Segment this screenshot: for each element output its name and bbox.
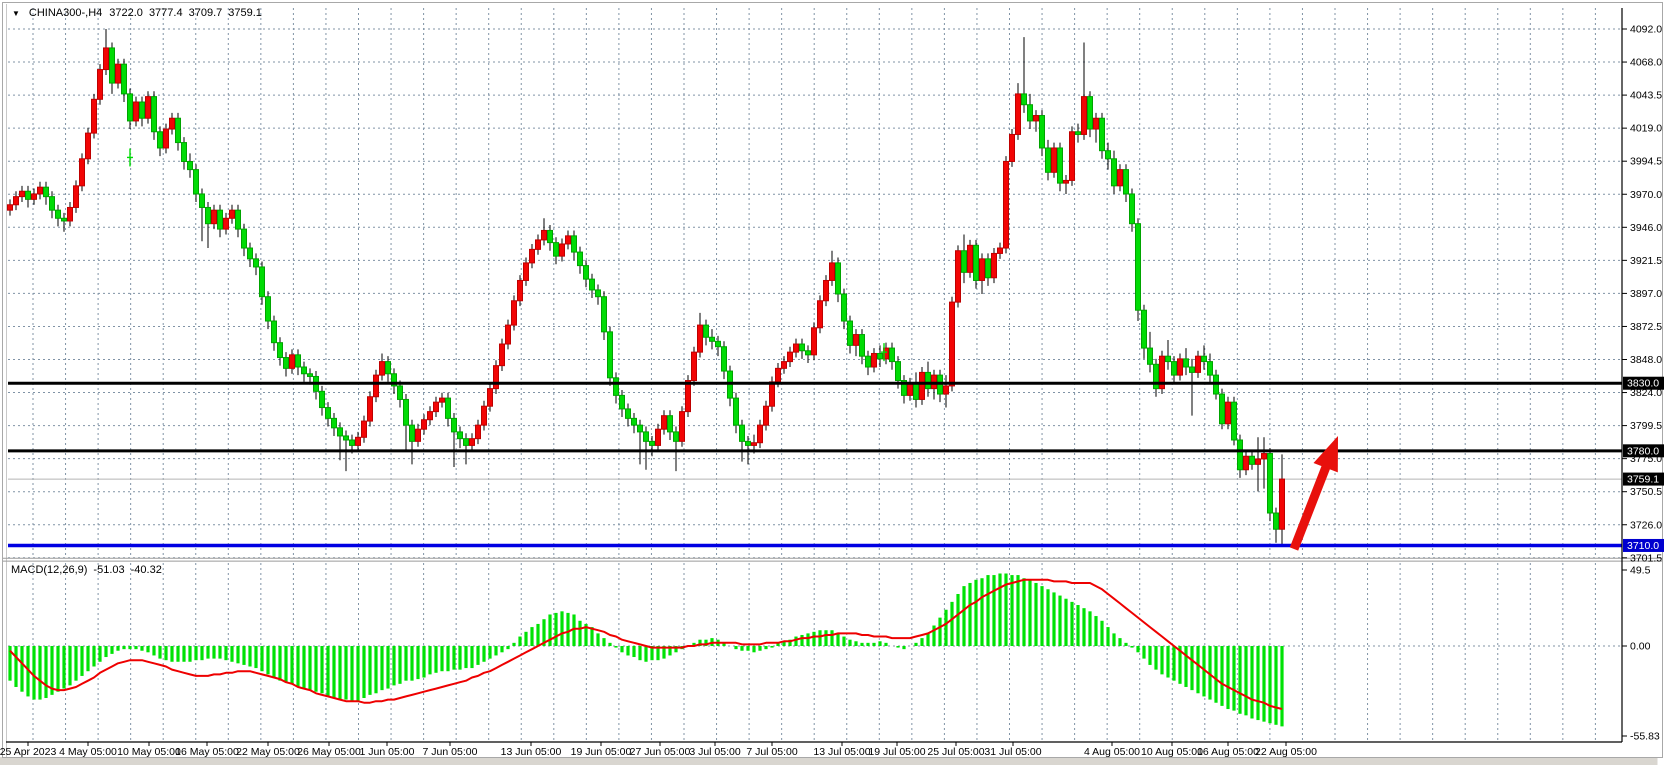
svg-text:16 Aug 05:00: 16 Aug 05:00 xyxy=(1197,746,1259,758)
svg-text:1 Jun 05:00: 1 Jun 05:00 xyxy=(360,746,415,758)
svg-text:4068.0: 4068.0 xyxy=(1630,57,1662,69)
svg-text:22 May 05:00: 22 May 05:00 xyxy=(236,746,300,758)
svg-text:3994.5: 3994.5 xyxy=(1630,156,1662,168)
svg-text:4092.0: 4092.0 xyxy=(1630,24,1662,36)
current-price-label: 3759.1 xyxy=(1623,473,1664,486)
symbol-period-label: CHINA300-,H4 xyxy=(29,7,102,19)
svg-text:3750.5: 3750.5 xyxy=(1630,486,1662,498)
svg-text:3921.5: 3921.5 xyxy=(1630,255,1662,267)
level-price-label-3780.0: 3780.0 xyxy=(1623,444,1664,457)
bar-low-value: 3709.7 xyxy=(189,7,223,19)
svg-text:3701.5: 3701.5 xyxy=(1630,552,1662,564)
symbol-dropdown-icon[interactable]: ▼ xyxy=(12,9,20,18)
level-price-label-3830.0: 3830.0 xyxy=(1623,377,1664,390)
svg-text:31 Jul 05:00: 31 Jul 05:00 xyxy=(984,746,1041,758)
svg-text:19 Jun 05:00: 19 Jun 05:00 xyxy=(571,746,632,758)
svg-text:3897.0: 3897.0 xyxy=(1630,288,1662,300)
macd-indicator-label: MACD(12,26,9) -51.03 -40.32 xyxy=(11,564,162,576)
svg-text:3872.5: 3872.5 xyxy=(1630,321,1662,333)
svg-text:3759.1: 3759.1 xyxy=(1627,474,1659,486)
chart-window: 4092.0 4068.0 4043.5 4019.0 3994.5 3970.0 3946… xyxy=(0,0,1665,765)
svg-text:3848.0: 3848.0 xyxy=(1630,354,1662,366)
svg-text:3946.0: 3946.0 xyxy=(1630,222,1662,234)
svg-text:49.5: 49.5 xyxy=(1630,565,1651,577)
svg-text:10 Aug 05:00: 10 Aug 05:00 xyxy=(1141,746,1203,758)
svg-text:26 May 05:00: 26 May 05:00 xyxy=(297,746,361,758)
chart-header: ▼ CHINA300-,H4 3722.0 3777.4 3709.7 3759… xyxy=(12,7,262,19)
svg-text:3 Jul 05:00: 3 Jul 05:00 xyxy=(689,746,741,758)
svg-text:7 Jun 05:00: 7 Jun 05:00 xyxy=(423,746,478,758)
svg-text:0.00: 0.00 xyxy=(1630,641,1651,653)
svg-text:3970.0: 3970.0 xyxy=(1630,189,1662,201)
svg-text:10 May 05:00: 10 May 05:00 xyxy=(117,746,181,758)
svg-text:22 Aug 05:00: 22 Aug 05:00 xyxy=(1255,746,1317,758)
svg-text:25 Apr 2023: 25 Apr 2023 xyxy=(0,746,56,758)
svg-text:13 Jul 05:00: 13 Jul 05:00 xyxy=(813,746,870,758)
svg-text:13 Jun 05:00: 13 Jun 05:00 xyxy=(501,746,562,758)
svg-text:4 Aug 05:00: 4 Aug 05:00 xyxy=(1084,746,1140,758)
bar-close-value: 3759.1 xyxy=(228,7,262,19)
macd-main-value: -51.03 xyxy=(93,564,124,576)
svg-text:27 Jun 05:00: 27 Jun 05:00 xyxy=(630,746,691,758)
svg-text:3726.0: 3726.0 xyxy=(1630,519,1662,531)
svg-text:25 Jul 05:00: 25 Jul 05:00 xyxy=(927,746,984,758)
svg-text:4019.0: 4019.0 xyxy=(1630,123,1662,135)
svg-text:4043.5: 4043.5 xyxy=(1630,90,1662,102)
svg-text:7 Jul 05:00: 7 Jul 05:00 xyxy=(746,746,798,758)
chart-canvas[interactable]: 4092.0 4068.0 4043.5 4019.0 3994.5 3970.0 3946… xyxy=(0,0,1665,765)
level-price-label-3710.0: 3710.0 xyxy=(1623,539,1664,552)
macd-signal-value: -40.32 xyxy=(131,564,162,576)
svg-text:4 May 05:00: 4 May 05:00 xyxy=(59,746,117,758)
svg-text:3780.0: 3780.0 xyxy=(1627,445,1659,457)
bar-open-value: 3722.0 xyxy=(109,7,143,19)
svg-text:-55.83: -55.83 xyxy=(1630,731,1660,743)
macd-name: MACD(12,26,9) xyxy=(11,564,87,576)
svg-text:3830.0: 3830.0 xyxy=(1627,378,1659,390)
svg-text:19 Jul 05:00: 19 Jul 05:00 xyxy=(868,746,925,758)
bar-high-value: 3777.4 xyxy=(149,7,183,19)
svg-text:16 May 05:00: 16 May 05:00 xyxy=(175,746,239,758)
svg-text:3799.5: 3799.5 xyxy=(1630,420,1662,432)
svg-text:3710.0: 3710.0 xyxy=(1627,540,1659,552)
